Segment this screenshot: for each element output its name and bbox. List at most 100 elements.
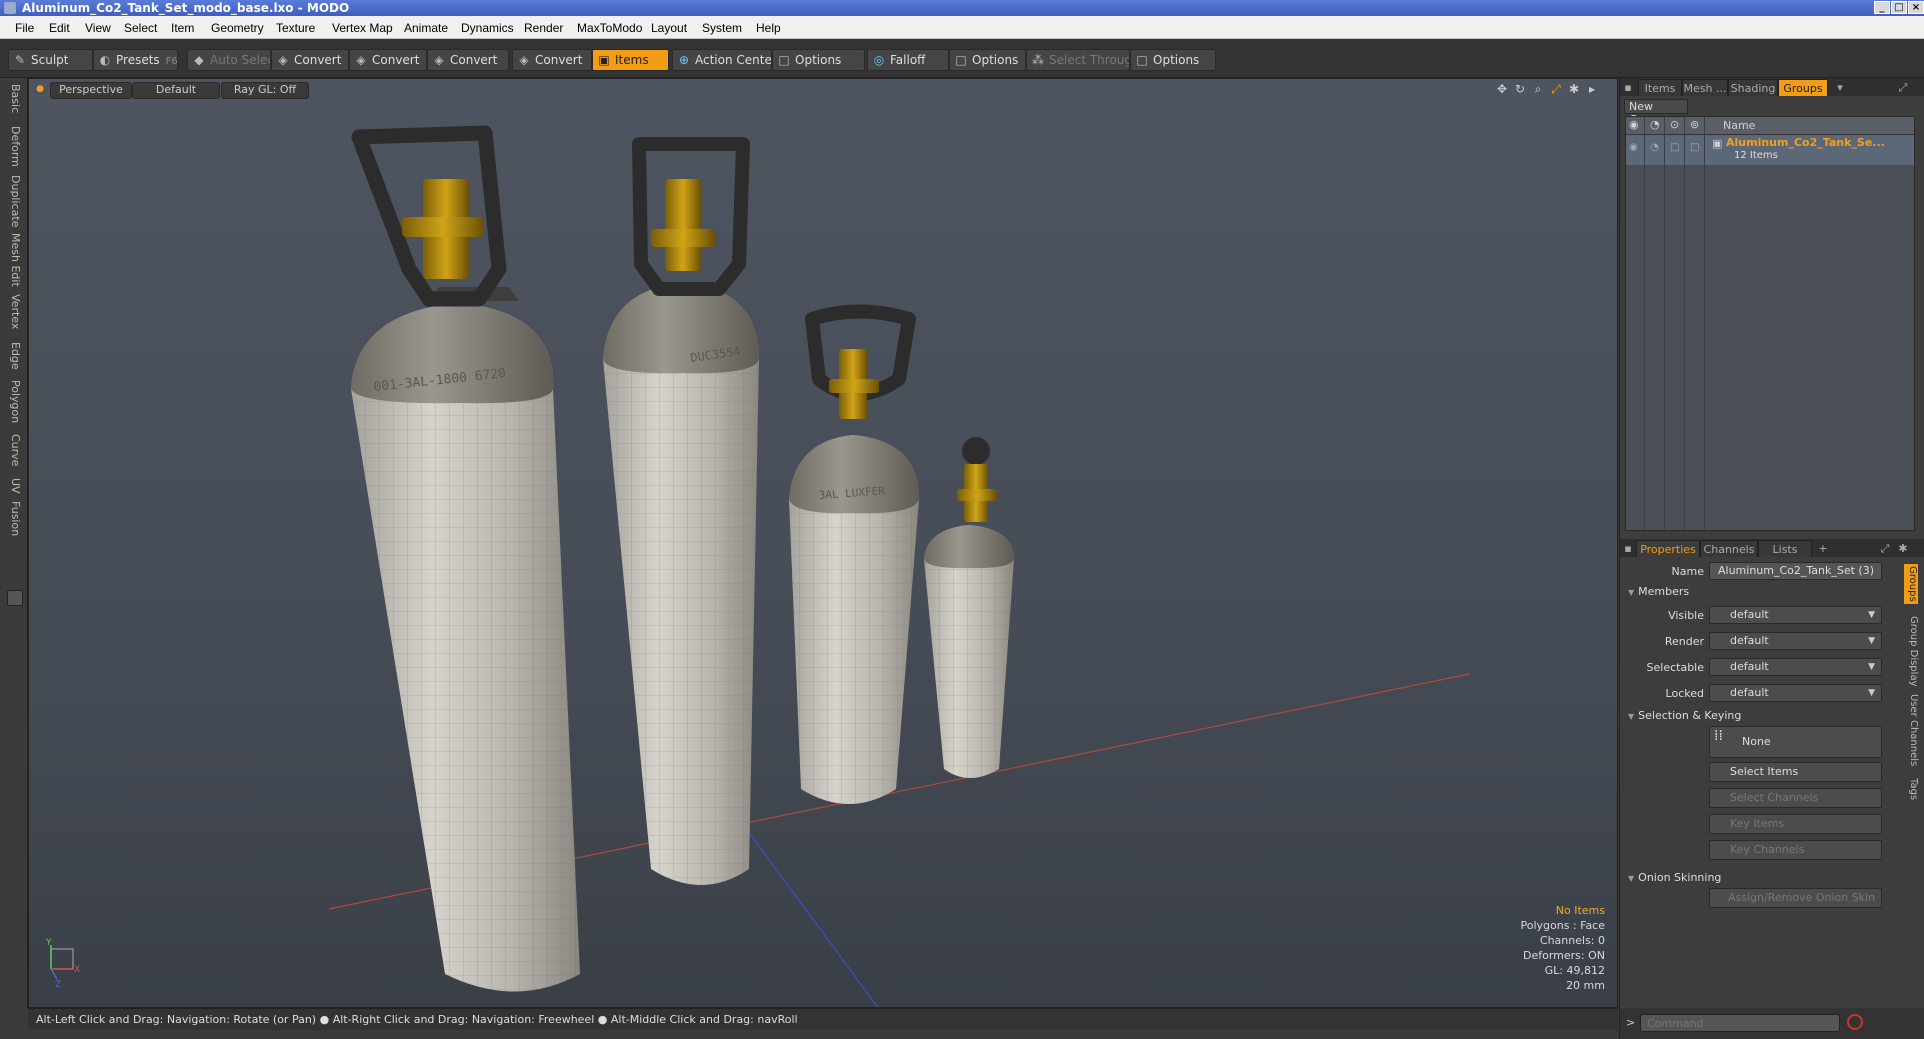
tab-duplicate[interactable]: Duplicate: [6, 175, 22, 227]
tank-1[interactable]: 001-3AL-1800 6720: [351, 125, 580, 992]
main-toolbar: ✎Sculpt ◐PresetsF6 ◆Auto Select ◈Convert…: [0, 40, 1924, 78]
render-label: Render: [1664, 635, 1704, 648]
menu-texture[interactable]: Texture: [276, 21, 315, 35]
menu-geometry[interactable]: Geometry: [211, 21, 264, 35]
checkbox-icon: □: [1136, 53, 1148, 67]
groups-list: ◉ ◔ ⊙ ⊚ Name ◉ ◔ □ □ ▣ Aluminum_Co2_Tank…: [1625, 116, 1915, 531]
presets-button[interactable]: ◐ Presets F6: [93, 49, 178, 71]
tab-basic[interactable]: Basic: [6, 84, 22, 113]
options-button-1[interactable]: □ Options: [772, 49, 865, 71]
convert-icon: ◈: [278, 53, 288, 67]
side-tab-tags[interactable]: Tags: [1905, 778, 1919, 800]
tab-dropdown-icon[interactable]: ▾: [1833, 79, 1847, 96]
name-label: Name: [1671, 565, 1704, 578]
convert-button-3[interactable]: ◈ Convert: [427, 49, 509, 71]
tab-channels[interactable]: Channels: [1700, 540, 1758, 557]
select-items-button[interactable]: Select Items: [1709, 762, 1882, 782]
members-section[interactable]: ▼ Members: [1628, 585, 1689, 598]
select-channels-button[interactable]: Select Channels: [1709, 788, 1882, 808]
viewport-stats: No Items Polygons : Face Channels: 0 Def…: [1520, 903, 1605, 993]
row-visible-icon[interactable]: ◉: [1629, 142, 1638, 153]
menu-maxtomodo[interactable]: MaxToModo: [577, 21, 642, 35]
menu-item[interactable]: Item: [171, 21, 194, 35]
tab-deform[interactable]: Deform: [6, 126, 22, 167]
close-button[interactable]: ×: [1908, 1, 1924, 14]
menu-view[interactable]: View: [85, 21, 111, 35]
auto-select-button[interactable]: ◆Auto Select: [187, 49, 271, 71]
row-select-icon[interactable]: □: [1690, 142, 1699, 153]
visible-dropdown[interactable]: default ▼: [1709, 606, 1882, 624]
menu-edit[interactable]: Edit: [49, 21, 70, 35]
tab-groups[interactable]: Groups: [1778, 79, 1828, 96]
record-icon[interactable]: [1847, 1014, 1863, 1030]
convert-button-1[interactable]: ◈ Convert: [271, 49, 349, 71]
sculpt-button[interactable]: ✎ Sculpt: [8, 49, 93, 71]
tab-fusion[interactable]: Fusion: [6, 501, 22, 536]
locked-label: Locked: [1665, 687, 1704, 700]
tab-shading[interactable]: Shading: [1728, 79, 1778, 96]
menu-render[interactable]: Render: [524, 21, 563, 35]
menu-vertex-map[interactable]: Vertex Map: [332, 21, 393, 35]
locked-dropdown[interactable]: default ▼: [1709, 684, 1882, 702]
chevron-down-icon: ▼: [1868, 688, 1875, 698]
menu-select[interactable]: Select: [124, 21, 157, 35]
menu-animate[interactable]: Animate: [404, 21, 448, 35]
falloff-button[interactable]: ◎ Falloff: [867, 49, 949, 71]
expand-icon[interactable]: ⤢: [1896, 79, 1910, 96]
convert-button-4[interactable]: ◈ Convert: [512, 49, 592, 71]
command-input[interactable]: [1640, 1014, 1840, 1032]
maximize-button[interactable]: □: [1891, 1, 1907, 14]
toggle-panel-button[interactable]: [7, 590, 23, 606]
render-dropdown[interactable]: default ▼: [1709, 632, 1882, 650]
side-tab-user-channels[interactable]: User Channels: [1905, 694, 1919, 766]
tab-mesh-edit[interactable]: Mesh Edit: [6, 233, 22, 287]
convert-button-2[interactable]: ◈ Convert: [349, 49, 427, 71]
menu-system[interactable]: System: [702, 21, 742, 35]
tank-4[interactable]: [924, 437, 1014, 778]
selectable-label: Selectable: [1646, 661, 1704, 674]
selection-keying-section[interactable]: ▼ Selection & Keying: [1628, 709, 1741, 722]
panel-menu-icon[interactable]: ▪: [1622, 79, 1634, 96]
tank-2[interactable]: DUC3554: [603, 137, 759, 885]
items-mode-button[interactable]: ▣ Items: [592, 49, 669, 71]
tab-curve[interactable]: Curve: [6, 434, 22, 466]
side-tab-groups[interactable]: Groups: [1904, 564, 1918, 604]
onion-skinning-section[interactable]: ▼ Onion Skinning: [1628, 871, 1721, 884]
minimize-button[interactable]: _: [1874, 1, 1890, 14]
key-items-button[interactable]: Key Items: [1709, 814, 1882, 834]
tab-uv[interactable]: UV: [6, 478, 22, 494]
key-channels-button[interactable]: Key Channels: [1709, 840, 1882, 860]
tab-items[interactable]: Items: [1638, 79, 1682, 96]
tab-mesh[interactable]: Mesh ...: [1682, 79, 1728, 96]
menu-help[interactable]: Help: [756, 21, 781, 35]
new-group-button[interactable]: New Group: [1624, 99, 1688, 126]
menu-file[interactable]: File: [15, 21, 34, 35]
selectable-dropdown[interactable]: default ▼: [1709, 658, 1882, 676]
side-tab-group-display[interactable]: Group Display: [1905, 616, 1919, 686]
add-tab-button[interactable]: +: [1816, 540, 1830, 557]
row-lock-icon[interactable]: □: [1670, 142, 1679, 153]
select-through-button[interactable]: ⁂Select Through: [1026, 49, 1130, 71]
menu-layout[interactable]: Layout: [651, 21, 687, 35]
properties-menu-icon[interactable]: ▪: [1622, 540, 1634, 557]
tank-3[interactable]: 3AL LUXFER: [789, 304, 919, 805]
menu-dynamics[interactable]: Dynamics: [461, 21, 514, 35]
properties-gear-icon[interactable]: ✱: [1896, 540, 1910, 557]
3d-viewport[interactable]: ● Perspective Default Ray GL: Off ✥ ↻ ⌕ …: [28, 78, 1618, 1008]
tab-properties[interactable]: Properties: [1636, 540, 1700, 557]
assign-onion-skin-button[interactable]: Assign/Remove Onion Skin: [1709, 888, 1882, 908]
tab-lists[interactable]: Lists: [1758, 540, 1812, 557]
expand-properties-icon[interactable]: ⤢: [1878, 540, 1892, 557]
options-button-2[interactable]: □ Options: [949, 49, 1026, 71]
tab-polygon[interactable]: Polygon: [6, 380, 22, 423]
group-row[interactable]: ◉ ◔ □ □ ▣ Aluminum_Co2_Tank_Se... 12 Ite…: [1626, 135, 1914, 165]
none-button[interactable]: ⁞⁞ None: [1709, 726, 1882, 758]
z-axis-line: [738, 818, 879, 1007]
axis-gizmo: Y X Z: [45, 938, 80, 990]
action-center-button[interactable]: ⊕ Action Center: [672, 49, 772, 71]
row-render-icon[interactable]: ◔: [1650, 142, 1659, 153]
options-button-3[interactable]: □ Options: [1130, 49, 1216, 71]
tab-edge[interactable]: Edge: [6, 342, 22, 370]
tab-vertex[interactable]: Vertex: [6, 294, 22, 329]
group-name-field[interactable]: Aluminum_Co2_Tank_Set (3): [1709, 562, 1882, 580]
